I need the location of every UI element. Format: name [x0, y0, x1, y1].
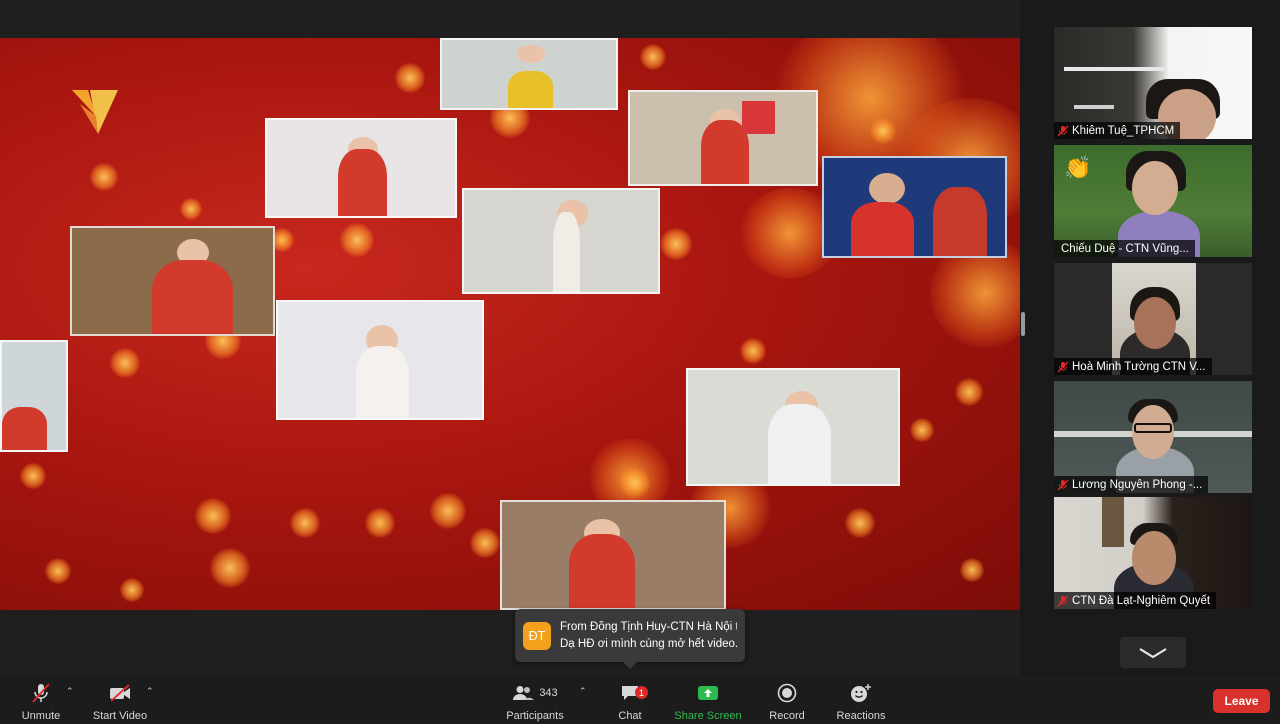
participant-tile[interactable]: 👏 Chiếu Duệ - CTN Vũng...: [1054, 145, 1252, 257]
participant-name-tag: Khiêm Tuệ_TPHCM: [1054, 122, 1181, 139]
start-video-button[interactable]: Start Video: [90, 676, 150, 724]
smiley-plus-icon: [851, 684, 871, 702]
chat-notification-message: Dạ HĐ ơi mình cùng mở hết video...: [560, 638, 737, 650]
participants-button[interactable]: 343 Participants: [503, 676, 567, 724]
scroll-down-button[interactable]: [1120, 637, 1186, 668]
video-options-caret[interactable]: ⌃: [146, 686, 154, 697]
participant-tile[interactable]: Hoà Minh Tường CTN V...: [1054, 263, 1252, 375]
zoom-meeting-window: Khiêm Tuệ_TPHCM 👏 Chiếu Duệ - CTN Vũng..…: [0, 0, 1280, 724]
chat-unread-badge: 1: [635, 686, 648, 699]
share-bottom-bar: [0, 610, 1020, 676]
participants-count: 343: [539, 687, 558, 699]
clapping-hands-icon: 👏: [1064, 155, 1092, 180]
share-screen-button[interactable]: Share Screen: [672, 676, 744, 724]
participant-name-tag: CTN Đà Lạt-Nghiêm Quyết: [1054, 592, 1217, 609]
muted-mic-icon: [1057, 361, 1069, 372]
meeting-toolbar: Unmute ⌃ Start Video ⌃ 343 Participants …: [0, 676, 1280, 724]
channel-logo-icon: [72, 90, 118, 134]
participant-name-tag: Lương Nguyên Phong -...: [1054, 476, 1209, 493]
participant-tile[interactable]: Lương Nguyên Phong -...: [1054, 381, 1252, 493]
share-screen-icon: [698, 686, 718, 700]
participants-icon: [513, 686, 535, 700]
audio-options-caret[interactable]: ⌃: [66, 686, 74, 697]
sender-avatar: ĐT: [523, 621, 551, 650]
chat-button[interactable]: 1 Chat: [614, 676, 648, 724]
muted-mic-icon: [32, 683, 50, 703]
participants-video-panel: Khiêm Tuệ_TPHCM 👏 Chiếu Duệ - CTN Vũng..…: [1034, 0, 1280, 676]
reactions-button[interactable]: Reactions: [834, 676, 888, 724]
unmute-button[interactable]: Unmute: [18, 676, 64, 724]
participant-name-tag: Hoà Minh Tường CTN V...: [1054, 358, 1212, 375]
shared-screen-area: [0, 0, 1020, 676]
record-icon: [777, 683, 797, 703]
participants-options-caret[interactable]: ⌃: [579, 686, 587, 697]
participant-name-tag: Chiếu Duệ - CTN Vũng...: [1054, 240, 1195, 257]
leave-button[interactable]: Leave: [1213, 689, 1270, 713]
chevron-down-icon: [1139, 647, 1167, 658]
participant-tile[interactable]: Khiêm Tuệ_TPHCM: [1054, 27, 1252, 139]
chat-notification-text: From Đồng Tịnh Huy-CTN Hà Nội t... Dạ HĐ…: [560, 621, 737, 650]
chat-notification-title: From Đồng Tịnh Huy-CTN Hà Nội t...: [560, 621, 737, 633]
record-button[interactable]: Record: [766, 676, 808, 724]
chat-notification[interactable]: ĐT From Đồng Tịnh Huy-CTN Hà Nội t... Dạ…: [515, 609, 745, 669]
share-top-bar: [0, 0, 1020, 38]
shared-video-content: [0, 38, 1020, 610]
muted-mic-icon: [1057, 479, 1069, 490]
muted-mic-icon: [1057, 125, 1069, 136]
video-off-icon: [110, 684, 130, 702]
participant-tile[interactable]: CTN Đà Lạt-Nghiêm Quyết: [1054, 497, 1252, 609]
panel-resize-handle[interactable]: [1021, 312, 1025, 336]
muted-mic-icon: [1057, 595, 1069, 606]
